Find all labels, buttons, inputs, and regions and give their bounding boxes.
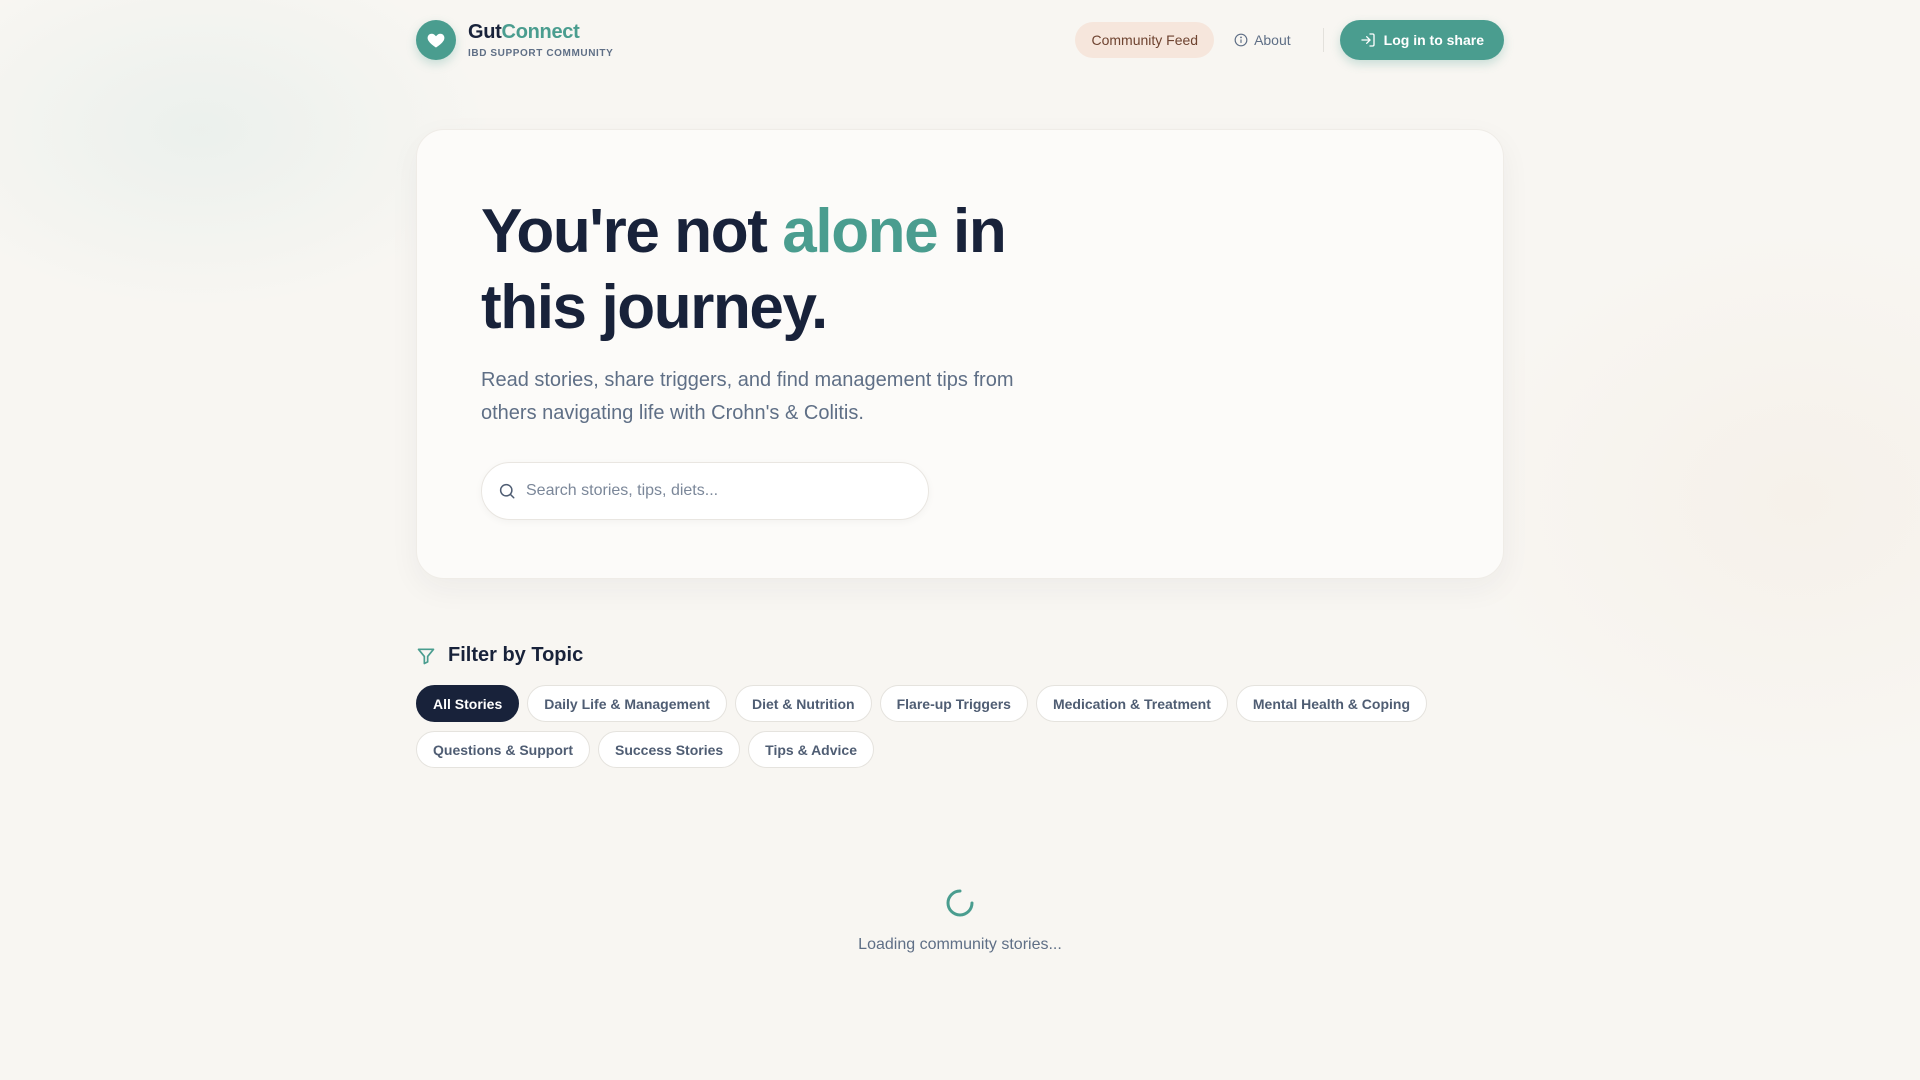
hero-card: You're not alone in this journey. Read s… bbox=[416, 129, 1504, 579]
chip-questions-support[interactable]: Questions & Support bbox=[416, 731, 590, 768]
spinner-icon bbox=[946, 889, 974, 917]
nav-about-label: About bbox=[1254, 32, 1291, 48]
brand-name-prefix: Gut bbox=[468, 20, 502, 43]
filter-title: Filter by Topic bbox=[448, 644, 584, 666]
hero-title-pre: You're not bbox=[481, 197, 783, 266]
hero-title: You're not alone in this journey. bbox=[481, 194, 1041, 346]
filter-heading: Filter by Topic bbox=[416, 644, 1504, 667]
chip-flare-up-triggers[interactable]: Flare-up Triggers bbox=[879, 685, 1028, 722]
login-icon bbox=[1360, 33, 1375, 47]
brand-name: GutConnect bbox=[468, 22, 613, 42]
heart-icon bbox=[427, 33, 445, 48]
nav-about[interactable]: About bbox=[1234, 32, 1291, 48]
header: GutConnect IBD SUPPORT COMMUNITY Communi… bbox=[416, 18, 1504, 62]
hero-description: Read stories, share triggers, and find m… bbox=[481, 369, 1014, 424]
nav-divider bbox=[1322, 28, 1324, 52]
chip-tips-advice[interactable]: Tips & Advice bbox=[748, 731, 874, 768]
chip-daily-life-management[interactable]: Daily Life & Management bbox=[527, 685, 727, 722]
chip-success-stories[interactable]: Success Stories bbox=[598, 731, 741, 768]
loading-state: Loading community stories... bbox=[416, 886, 1504, 954]
search-box[interactable] bbox=[481, 462, 929, 520]
nav-community-feed[interactable]: Community Feed bbox=[1075, 22, 1215, 58]
chip-mental-health-coping[interactable]: Mental Health & Coping bbox=[1235, 685, 1428, 722]
topic-chips: All Stories Daily Life & Management Diet… bbox=[416, 685, 1504, 768]
login-button-label: Log in to share bbox=[1383, 32, 1484, 48]
search-input[interactable] bbox=[526, 482, 906, 500]
hero-title-accent: alone bbox=[782, 197, 938, 266]
top-nav: Community Feed About Log in to share bbox=[1075, 20, 1504, 60]
logo bbox=[416, 20, 456, 60]
filter-icon bbox=[417, 648, 435, 664]
chip-medication-treatment[interactable]: Medication & Treatment bbox=[1035, 685, 1228, 722]
login-button[interactable]: Log in to share bbox=[1339, 20, 1504, 60]
info-icon bbox=[1234, 33, 1248, 47]
chip-all-stories[interactable]: All Stories bbox=[416, 685, 520, 722]
brand-name-accent: Connect bbox=[501, 20, 580, 43]
topic-filter: Filter by Topic All Stories Daily Life &… bbox=[416, 644, 1504, 768]
chip-diet-nutrition[interactable]: Diet & Nutrition bbox=[734, 685, 872, 722]
brand[interactable]: GutConnect IBD SUPPORT COMMUNITY bbox=[416, 20, 613, 60]
search-icon bbox=[499, 483, 515, 499]
loading-text: Loading community stories... bbox=[858, 936, 1062, 953]
brand-tagline: IBD SUPPORT COMMUNITY bbox=[468, 47, 614, 59]
